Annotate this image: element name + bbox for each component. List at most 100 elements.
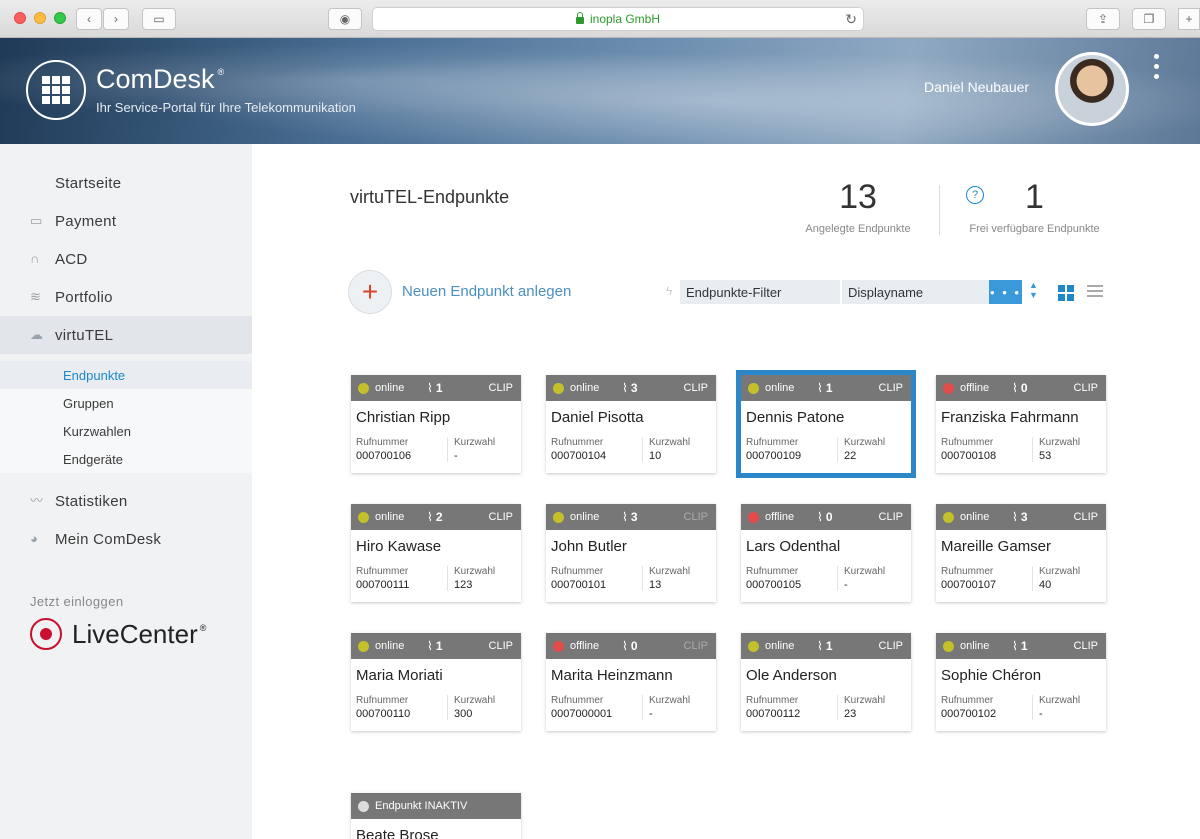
card-name: Franziska Fahrmann [941, 409, 1079, 426]
sidebar-item-acd[interactable]: ∩ ACD [0, 240, 252, 278]
sidebar-item-mein-comdesk[interactable]: ◕ Mein ComDesk [0, 520, 252, 558]
card-header: online ⌇ 3 CLIP [936, 504, 1106, 530]
share-icon: ⇪ [1097, 12, 1109, 26]
card-info: Rufnummer 000700112 Kurzwahl 23 [741, 691, 911, 720]
card-short: 300 [454, 708, 473, 720]
sidebar-item-virtutel[interactable]: ☁ virtuTEL [0, 316, 252, 354]
card-info: Rufnummer 000700105 Kurzwahl - [741, 562, 911, 591]
new-tab-button[interactable]: + [1178, 8, 1200, 30]
card-info: Rufnummer 000700109 Kurzwahl 22 [741, 433, 911, 462]
card-info: Rufnummer 000700106 Kurzwahl - [351, 433, 521, 462]
app-header: ComDesk ® Ihr Service-Portal für Ihre Tel… [0, 38, 1200, 144]
sidebar-sub-kurzwahlen[interactable]: Kurzwahlen [0, 417, 252, 445]
endpoint-card[interactable]: online ⌇ 3 CLIP John Butler Rufnummer 00070010… [546, 504, 716, 602]
sort-direction-icon[interactable]: ▲ ▼ [1029, 280, 1038, 300]
endpoint-card[interactable]: online ⌇ 1 CLIP Ole Anderson Rufnummer 0007001… [741, 633, 911, 731]
sidebar-item-startseite[interactable]: Startseite [0, 164, 252, 202]
endpoint-card-inactive[interactable]: Endpunkt INAKTIV Beate Brose [351, 793, 521, 839]
card-status: online [375, 511, 405, 523]
endpoint-card[interactable]: offline ⌇ 0 CLIP Franziska Fahrmann Rufnummer… [936, 375, 1106, 473]
card-count: 1 [435, 639, 443, 653]
grid-view-icon[interactable] [1058, 285, 1074, 301]
card-short: - [649, 708, 653, 720]
pulse-icon: ⌇ [817, 639, 823, 653]
card-name: Lars Odenthal [746, 538, 841, 555]
card-status: offline [765, 511, 795, 523]
number-label: Rufnummer [551, 566, 604, 577]
livecenter-link[interactable]: LiveCenter ® [30, 618, 206, 650]
card-status: online [765, 382, 795, 394]
card-status: online [375, 640, 405, 652]
card-info: Rufnummer 000700108 Kurzwahl 53 [936, 433, 1106, 462]
endpoint-card[interactable]: online ⌇ 1 CLIP Dennis Patone Rufnummer 000700… [741, 375, 911, 473]
sidebar-item-portfolio[interactable]: ≋ Portfolio [0, 278, 252, 316]
forward-button[interactable]: › [103, 8, 129, 30]
endpoint-card[interactable]: online ⌇ 3 CLIP Mareille Gamser Rufnummer 0007… [936, 504, 1106, 602]
sidebar-sub-gruppen[interactable]: Gruppen [0, 389, 252, 417]
endpoint-card[interactable]: online ⌇ 3 CLIP Daniel Pisotta Rufnummer 00070… [546, 375, 716, 473]
card-header: online ⌇ 1 CLIP [936, 633, 1106, 659]
card-short: 40 [1039, 579, 1052, 591]
pulse-icon: ⌇ [622, 510, 628, 524]
card-name: Beate Brose [356, 827, 439, 839]
list-view-icon[interactable] [1087, 285, 1103, 297]
card-clip: CLIP [878, 640, 903, 652]
pulse-icon: ⌇ [427, 639, 433, 653]
card-header: online ⌇ 2 CLIP [351, 504, 521, 530]
card-clip: CLIP [1073, 382, 1098, 394]
sidebar-sub-endgeraete[interactable]: Endgeräte [0, 445, 252, 473]
close-window-button[interactable] [14, 12, 26, 24]
add-endpoint-button[interactable]: + [348, 270, 392, 314]
endpoint-card[interactable]: offline ⌇ 0 CLIP Marita Heinzmann Rufnummer 00… [546, 633, 716, 731]
endpoint-card[interactable]: offline ⌇ 0 CLIP Lars Odenthal Rufnummer 00070… [741, 504, 911, 602]
minimize-window-button[interactable] [34, 12, 46, 24]
more-vertical-icon[interactable] [1154, 54, 1159, 79]
sidebar-item-label: virtuTEL [55, 326, 114, 344]
comdesk-logo[interactable] [26, 60, 86, 120]
stat-created-endpoints: 13 Angelegte Endpunkte [798, 178, 918, 235]
card-header: offline ⌇ 0 CLIP [936, 375, 1106, 401]
endpoint-card[interactable]: online ⌇ 1 CLIP Maria Moriati Rufnummer 000700… [351, 633, 521, 731]
card-number: 000700112 [746, 708, 801, 720]
filter-input[interactable] [680, 280, 840, 304]
card-status: online [765, 640, 795, 652]
reload-icon[interactable]: ↻ [845, 11, 857, 28]
sidebar-sub-endpunkte[interactable]: Endpunkte [0, 361, 252, 389]
short-label: Kurzwahl [844, 437, 886, 448]
card-header: online ⌇ 3 CLIP [546, 375, 716, 401]
sidebar-toggle-button[interactable]: ▭ [142, 8, 176, 30]
card-name: Hiro Kawase [356, 538, 442, 555]
card-name: Sophie Chéron [941, 667, 1042, 684]
card-short: 123 [454, 579, 473, 591]
card-count: 2 [435, 510, 443, 524]
card-number: 000700108 [941, 450, 997, 462]
endpoint-card[interactable]: online ⌇ 1 CLIP Sophie Chéron Rufnummer 000700… [936, 633, 1106, 731]
card-header: offline ⌇ 0 CLIP [546, 633, 716, 659]
card-count: 1 [1020, 639, 1028, 653]
sort-field-input[interactable] [842, 280, 989, 304]
number-label: Rufnummer [356, 437, 409, 448]
filter-more-button[interactable]: • • • [989, 280, 1022, 304]
lock-icon [575, 11, 584, 24]
endpoint-card[interactable]: online ⌇ 2 CLIP Hiro Kawase Rufnummer 00070011… [351, 504, 521, 602]
back-button[interactable]: ‹ [76, 8, 102, 30]
sidebar-item-statistiken[interactable]: 〰 Statistiken [0, 482, 252, 520]
zoom-window-button[interactable] [54, 12, 66, 24]
user-name[interactable]: Daniel Neubauer [924, 79, 1029, 95]
sidebar-item-payment[interactable]: ▭ Payment [0, 202, 252, 240]
add-endpoint-link[interactable]: Neuen Endpunkt anlegen [402, 283, 571, 300]
endpoint-card[interactable]: online ⌇ 1 CLIP Christian Ripp Rufnummer 00070… [351, 375, 521, 473]
card-name: Mareille Gamser [941, 538, 1052, 555]
browser-toolbar: ‹ › ▭ ◉ inopla GmbH ↻ ⇪ ❐ + [0, 0, 1200, 38]
pulse-icon: ⌇ [1012, 510, 1018, 524]
folder-icon: ▭ [30, 213, 43, 228]
share-button[interactable]: ⇪ [1086, 8, 1120, 30]
sidebar-item-label: Mein ComDesk [55, 530, 162, 548]
card-name: John Butler [551, 538, 627, 555]
reader-button[interactable]: ◉ [328, 8, 362, 30]
card-status: online [960, 511, 990, 523]
avatar[interactable] [1055, 52, 1129, 126]
address-bar[interactable]: inopla GmbH ↻ [372, 7, 864, 31]
tabs-button[interactable]: ❐ [1132, 8, 1166, 30]
record-icon [30, 618, 62, 650]
